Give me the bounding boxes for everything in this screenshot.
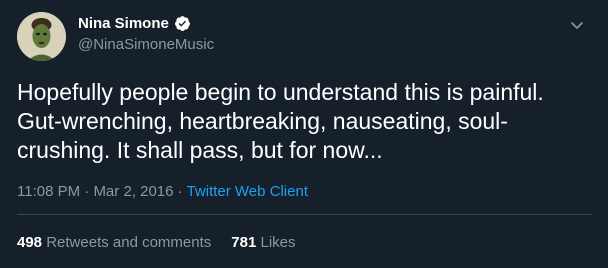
likes-label: Likes [260,234,296,251]
display-name[interactable]: Nina Simone [78,15,169,32]
retweets-label: Retweets and comments [46,234,212,251]
chevron-down-icon [571,22,583,29]
tweet-client-link[interactable]: Twitter Web Client [187,183,308,200]
tweet-date[interactable]: Mar 2, 2016 [93,183,173,200]
tweet-menu-button[interactable] [564,12,590,38]
tweet-stats: 498 Retweets and comments 781 Likes [17,234,296,251]
meta-separator: · [84,183,90,200]
likes-stat[interactable]: 781 Likes [231,234,295,251]
tweet-time[interactable]: 11:08 PM [17,183,80,200]
display-name-row: Nina Simone [78,15,191,32]
tweet-meta: 11:08 PM · Mar 2, 2016 · Twitter Web Cli… [17,183,308,200]
divider [17,214,592,215]
avatar-image [17,12,66,61]
meta-separator: · [177,183,183,200]
tweet-text: Hopefully people begin to understand thi… [17,79,544,163]
retweets-stat[interactable]: 498 Retweets and comments [17,234,211,251]
verified-badge-icon [174,15,191,32]
retweets-count: 498 [17,234,43,251]
tweet-card: Nina Simone @NinaSimoneMusic Hopefully p… [0,0,608,268]
likes-count: 781 [231,234,257,251]
user-handle[interactable]: @NinaSimoneMusic [78,36,214,53]
avatar[interactable] [17,12,66,61]
